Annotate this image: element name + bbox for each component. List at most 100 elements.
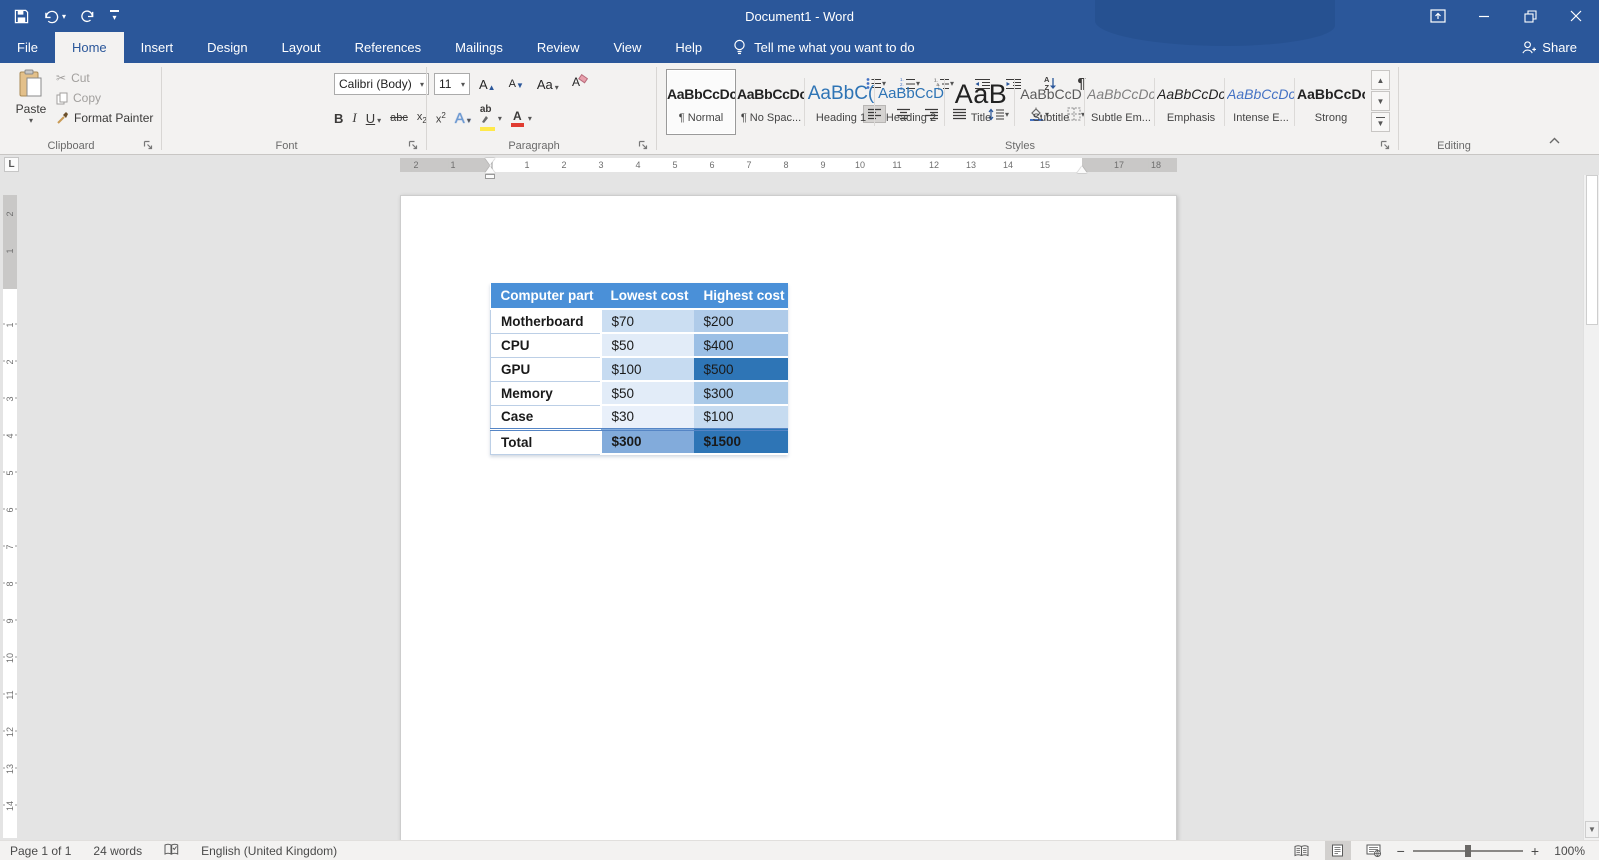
tab-selector[interactable]: L [4, 157, 19, 172]
style--no-spac-[interactable]: AaBbCcDc ¶ No Spac... [736, 69, 806, 135]
undo-button[interactable]: ▾ [43, 9, 66, 24]
zoom-slider-thumb[interactable] [1464, 844, 1471, 857]
web-layout-button[interactable] [1361, 841, 1387, 860]
table-row-total[interactable]: Total $300 $1500 [490, 427, 788, 455]
cell-lowest-cost[interactable]: $100 [600, 357, 694, 382]
collapse-ribbon-button[interactable] [1548, 132, 1561, 150]
zoom-level[interactable]: 100% [1549, 844, 1585, 858]
print-layout-button[interactable] [1324, 840, 1351, 860]
styles-scroll-down-button[interactable]: ▼ [1371, 91, 1390, 111]
document-table[interactable]: Computer part Lowest cost Highest cost Mot… [490, 283, 788, 455]
redo-button[interactable] [80, 9, 96, 24]
cell-highest-cost[interactable]: $300 [693, 381, 788, 406]
table-row-case[interactable]: Case $30 $100 [490, 404, 788, 430]
cell-lowest-cost[interactable]: $30 [600, 405, 694, 430]
style-label: ¶ Normal [678, 112, 724, 124]
styles-scroll-up-button[interactable]: ▲ [1371, 70, 1390, 90]
zoom-slider[interactable]: − + [1397, 843, 1539, 859]
cell-lowest-cost[interactable]: $50 [600, 381, 694, 406]
close-button[interactable] [1553, 0, 1599, 32]
table-row-cpu[interactable]: CPU $50 $400 [490, 332, 788, 358]
cell-part[interactable]: GPU [490, 356, 602, 382]
tab-references[interactable]: References [338, 32, 438, 63]
share-button[interactable]: Share [1521, 32, 1599, 63]
right-indent-marker[interactable] [1077, 166, 1087, 173]
save-button[interactable] [14, 9, 29, 24]
tab-design[interactable]: Design [190, 32, 264, 63]
underline-button[interactable]: U ▾ [366, 111, 381, 126]
tab-layout[interactable]: Layout [265, 32, 338, 63]
cell-highest-cost[interactable]: $400 [693, 333, 788, 358]
tell-me-box[interactable]: Tell me what you want to do [719, 32, 928, 63]
tab-review[interactable]: Review [520, 32, 597, 63]
cell-highest-cost[interactable]: $200 [693, 309, 788, 334]
proofing-status-icon[interactable] [164, 843, 179, 859]
restore-button[interactable] [1507, 0, 1553, 32]
style-intense-e-[interactable]: AaBbCcDc Intense E... [1226, 69, 1296, 135]
zoom-in-button[interactable]: + [1531, 843, 1539, 859]
minimize-button[interactable] [1461, 0, 1507, 32]
style-emphasis[interactable]: AaBbCcDc Emphasis [1156, 69, 1226, 135]
cell-part[interactable]: Motherboard [490, 308, 602, 334]
hanging-indent-marker[interactable] [485, 166, 495, 173]
left-indent-marker[interactable] [485, 174, 495, 179]
vertical-ruler[interactable]: 2 1 1 2 3 4 5 6 7 8 9 10 11 12 13 14 [3, 195, 17, 838]
customize-quick-access-button[interactable]: ▾ [110, 10, 120, 22]
zoom-out-button[interactable]: − [1397, 843, 1405, 859]
tab-mailings[interactable]: Mailings [438, 32, 520, 63]
cell-part[interactable]: Total [490, 427, 602, 455]
clipboard-dialog-launcher[interactable] [143, 140, 154, 151]
style-label: Subtle Em... [1091, 112, 1151, 124]
cell-part[interactable]: Case [490, 404, 602, 430]
tab-help[interactable]: Help [658, 32, 719, 63]
document-page[interactable]: Computer part Lowest cost Highest cost Mot… [400, 195, 1177, 840]
tab-home[interactable]: Home [54, 32, 124, 63]
undo-dropdown-arrow[interactable]: ▾ [62, 12, 66, 21]
tab-file[interactable]: File [0, 32, 55, 63]
read-mode-button[interactable] [1289, 841, 1315, 860]
table-row-memory[interactable]: Memory $50 $300 [490, 380, 788, 406]
cell-part[interactable]: CPU [490, 332, 602, 358]
cell-highest-cost[interactable]: $100 [693, 405, 788, 430]
ribbon-display-options-button[interactable] [1415, 0, 1461, 32]
horizontal-ruler[interactable]: 2 1 1 2 3 4 5 6 7 8 9 10 11 12 13 14 15 17 18 [400, 158, 1177, 179]
style-title[interactable]: AaB Title [946, 69, 1016, 135]
cell-lowest-cost[interactable]: $300 [600, 427, 694, 455]
italic-button[interactable]: I [352, 110, 356, 126]
scrollbar-thumb[interactable] [1586, 175, 1598, 325]
style-heading-1[interactable]: AaBbC(Heading 1 [806, 69, 876, 135]
cut-button[interactable]: ✂ Cut [56, 71, 153, 85]
copy-icon [56, 92, 68, 104]
bold-button[interactable]: B [334, 111, 343, 126]
first-line-indent-marker[interactable] [485, 158, 495, 165]
style--normal[interactable]: AaBbCcDc ¶ Normal [666, 69, 736, 135]
paste-button[interactable]: Paste ▾ [10, 69, 52, 135]
zoom-slider-track[interactable] [1412, 844, 1523, 857]
scroll-down-button[interactable]: ▼ [1585, 821, 1599, 838]
cell-highest-cost[interactable]: $500 [693, 357, 788, 382]
style-subtitle[interactable]: AaBbCcD Subtitle [1016, 69, 1086, 135]
cell-lowest-cost[interactable]: $70 [600, 309, 694, 334]
ruler-number: 11 [890, 158, 904, 172]
strikethrough-button[interactable]: abc [390, 112, 408, 124]
cell-lowest-cost[interactable]: $50 [600, 333, 694, 358]
vertical-scrollbar[interactable]: ▲ ▼ [1583, 155, 1599, 840]
tab-view[interactable]: View [596, 32, 658, 63]
page-indicator[interactable]: Page 1 of 1 [10, 844, 71, 858]
table-row-motherboard[interactable]: Motherboard $70 $200 [490, 308, 788, 334]
font-name-combo[interactable]: Calibri (Body) ▾ [334, 73, 429, 95]
cell-highest-cost[interactable]: $1500 [693, 427, 788, 455]
paste-dropdown-arrow[interactable]: ▾ [10, 116, 52, 125]
tab-insert[interactable]: Insert [124, 32, 191, 63]
style-strong[interactable]: AaBbCcDc Strong [1296, 69, 1366, 135]
styles-more-button[interactable]: ▼ [1371, 112, 1390, 132]
table-row-gpu[interactable]: GPU $100 $500 [490, 356, 788, 382]
format-painter-button[interactable]: Format Painter [56, 111, 153, 125]
copy-button[interactable]: Copy [56, 91, 153, 105]
word-count[interactable]: 24 words [93, 844, 142, 858]
document-area[interactable]: Computer part Lowest cost Highest cost Mot… [0, 175, 1583, 840]
style-heading-2[interactable]: AaBbCcD Heading 2 [876, 69, 946, 135]
style-subtle-em-[interactable]: AaBbCcDc Subtle Em... [1086, 69, 1156, 135]
language-indicator[interactable]: English (United Kingdom) [201, 844, 337, 858]
cell-part[interactable]: Memory [490, 380, 602, 406]
